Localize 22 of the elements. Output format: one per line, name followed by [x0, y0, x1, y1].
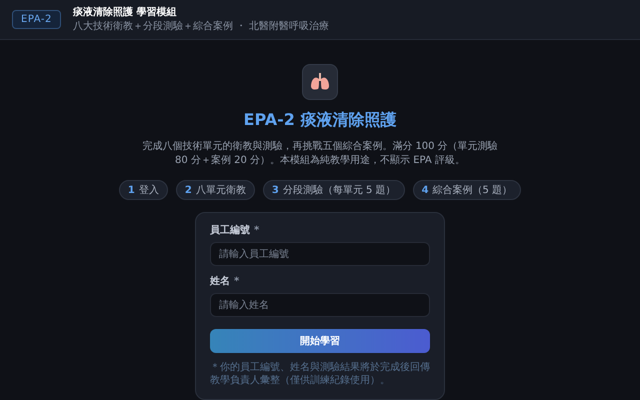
required-mark: * — [234, 275, 240, 289]
lungs-icon — [302, 64, 338, 100]
field-label: 姓名 — [210, 274, 230, 289]
input-field[interactable]: 請輸入姓名 — [210, 293, 430, 317]
required-mark: * — [254, 224, 260, 238]
step-label: 登入 — [138, 184, 159, 198]
step-number: 2 — [184, 184, 192, 198]
page-title: EPA-2 痰液清除照護 — [244, 109, 396, 131]
privacy-note: ＊你的員工編號、姓名與測驗結果將於完成後回傳教學負責人彙整（僅供訓練紀錄使用）。 — [210, 361, 430, 387]
start-button[interactable]: 開始學習 — [210, 329, 430, 353]
step-label: 綜合案例（5 題） — [432, 184, 512, 198]
input-field[interactable]: 請輸入員工編號 — [210, 242, 430, 266]
description: 完成八個技術單元的衛教與測驗，再挑戰五個綜合案例。滿分 100 分（單元測驗 80 分＋案例 20 分）。本模組為純教學用途，不顯示 EPA 評級。 — [141, 140, 499, 168]
step-label: 分段測驗（每單元 5 題） — [282, 184, 396, 198]
module-badge: EPA-2 — [12, 10, 61, 29]
app-subtitle: 八大技術衛教＋分段測驗＋綜合案例 ・ 北醫附醫呼吸治療 — [72, 20, 330, 34]
step-number: 1 — [128, 184, 135, 198]
field-label: 員工編號 — [210, 224, 250, 238]
step-number: 4 — [422, 184, 429, 198]
step-label: 八單元衛教 — [196, 184, 246, 198]
step-number: 3 — [272, 184, 279, 198]
app-title: 痰液清除照護 學習模組 — [72, 6, 178, 20]
